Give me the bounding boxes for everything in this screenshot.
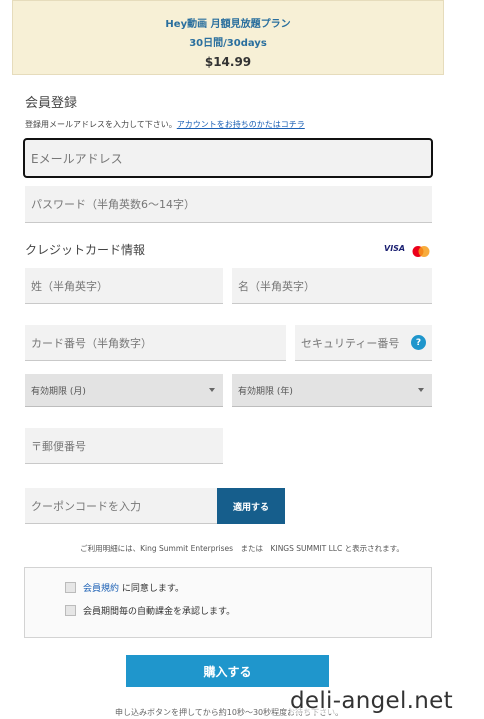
terms-checkbox[interactable] <box>65 582 76 593</box>
terms-suffix: に同意します。 <box>119 584 184 594</box>
login-link[interactable]: アカウントをお持ちのかたはコチラ <box>177 120 305 129</box>
card-number-field[interactable]: カード番号（半角数字） <box>25 325 286 361</box>
password-field[interactable]: パスワード（半角英数6～14字） <box>25 186 432 223</box>
help-icon[interactable]: ? <box>411 335 426 350</box>
first-name-placeholder: 名（半角英字） <box>238 279 315 293</box>
security-code-field[interactable]: セキュリティー番号 ? <box>295 325 432 361</box>
apply-coupon-button[interactable]: 適用する <box>217 488 285 524</box>
card-title: クレジットカード情報 <box>25 243 146 257</box>
visa-icon: VISA <box>384 244 406 253</box>
registration-helper: 登録用メールアドレスを入力して下さい。アカウントをお持ちのかたはコチラ <box>25 119 305 130</box>
plan-period: 30日間/30days <box>189 38 267 49</box>
postal-placeholder: 〒郵便番号 <box>31 439 86 453</box>
security-placeholder: セキュリティー番号 <box>301 336 400 350</box>
billing-notice: ご利用明細には、King Summit Enterprises または KING… <box>80 544 404 553</box>
agreement-box <box>24 567 432 638</box>
exp-year-label: 有効期限 (年) <box>238 386 293 397</box>
chevron-down-icon <box>418 388 424 392</box>
auto-billing-checkbox[interactable] <box>65 605 76 616</box>
watermark: deli-angel.net <box>290 688 453 714</box>
buy-button[interactable]: 購入する <box>126 655 329 687</box>
email-placeholder: Eメールアドレス <box>31 151 123 166</box>
exp-month-select[interactable]: 有効期限 (月) <box>25 374 223 407</box>
registration-title: 会員登録 <box>25 96 78 111</box>
last-name-field[interactable]: 姓（半角英字） <box>25 268 223 304</box>
helper-text: 登録用メールアドレスを入力して下さい。 <box>25 120 177 129</box>
first-name-field[interactable]: 名（半角英字） <box>232 268 432 304</box>
plan-summary: Hey動画 月額見放題プラン 30日間/30days $14.99 <box>12 0 444 75</box>
plan-price: $14.99 <box>204 55 252 69</box>
coupon-placeholder: クーポンコードを入力 <box>31 499 141 513</box>
exp-month-label: 有効期限 (月) <box>31 386 86 397</box>
password-placeholder: パスワード（半角英数6～14字） <box>31 198 195 211</box>
last-name-placeholder: 姓（半角英字） <box>31 279 108 293</box>
email-field[interactable]: Eメールアドレス <box>23 138 433 178</box>
exp-year-select[interactable]: 有効期限 (年) <box>232 374 432 407</box>
postal-code-field[interactable]: 〒郵便番号 <box>25 428 223 464</box>
terms-agreement: 会員規約 に同意します。 <box>83 581 184 594</box>
card-number-placeholder: カード番号（半角数字） <box>31 336 152 350</box>
coupon-field[interactable]: クーポンコードを入力 <box>25 488 217 524</box>
auto-billing-agreement: 会員期間毎の自動課金を承認します。 <box>83 607 236 617</box>
terms-link[interactable]: 会員規約 <box>83 584 119 594</box>
chevron-down-icon <box>209 388 215 392</box>
mastercard-icon <box>410 243 432 257</box>
plan-name: Hey動画 月額見放題プラン <box>165 19 291 30</box>
